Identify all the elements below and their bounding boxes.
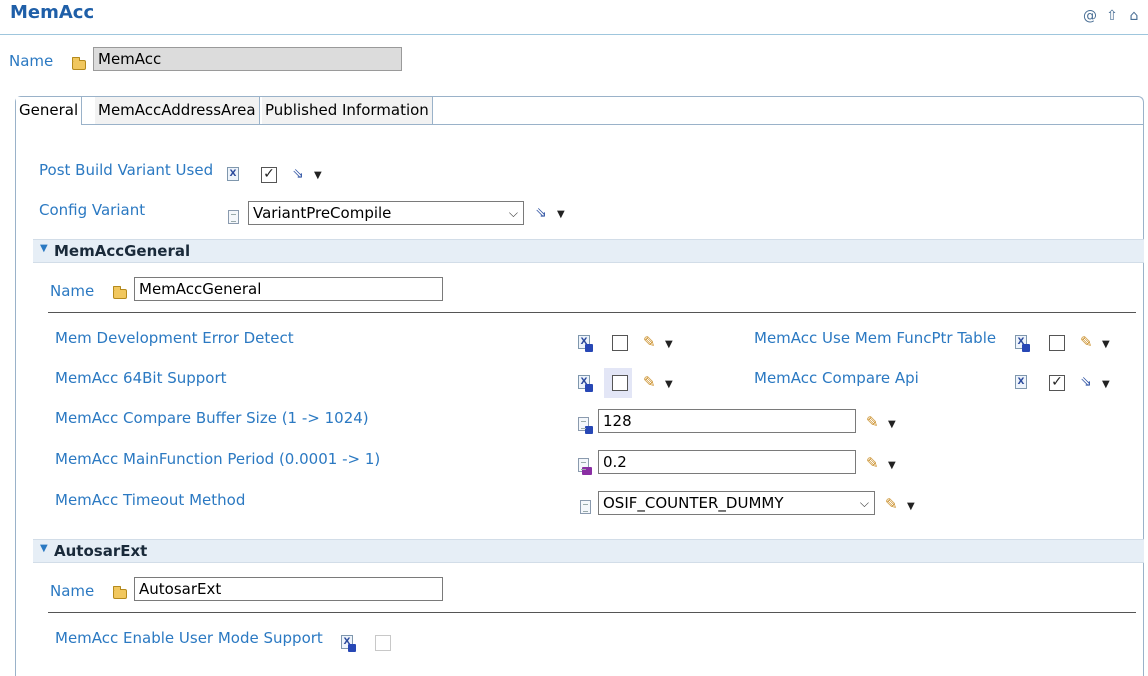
chevron-down-icon: ⌵ [508, 206, 518, 220]
memacc-general-name-field[interactable]: MemAccGeneral [134, 277, 443, 301]
tab-general[interactable]: General [16, 97, 83, 125]
name-divider [48, 312, 1136, 313]
home-icon[interactable]: ⌂ [1126, 8, 1142, 24]
enable-user-mode-support-label: MemAcc Enable User Mode Support [55, 629, 323, 647]
name-divider [48, 612, 1136, 613]
folder-icon [72, 57, 86, 70]
use-funcptr-table-label: MemAcc Use Mem FuncPtr Table [754, 329, 997, 347]
compare-buffer-size-field[interactable]: 128 [598, 409, 856, 433]
excel-config-icon: X [227, 167, 239, 181]
post-build-variant-used-checkbox[interactable]: ✓ [261, 167, 277, 183]
link-icon[interactable]: ⇘ [292, 166, 304, 182]
section-title: MemAccGeneral [54, 242, 191, 260]
memacc-general-name-label: Name [50, 282, 95, 300]
name-label: Name [9, 52, 54, 70]
section-title: AutosarExt [54, 542, 148, 560]
section-autosar-ext[interactable]: ▼ AutosarExt [33, 539, 1144, 563]
document-icon [580, 500, 591, 514]
support-64bit-label: MemAcc 64Bit Support [55, 369, 227, 387]
autosar-ext-name-field[interactable]: AutosarExt [134, 577, 443, 601]
chevron-down-icon[interactable]: ▼ [888, 419, 896, 430]
chevron-down-icon[interactable]: ▼ [557, 209, 565, 220]
excel-config-icon: X [578, 375, 593, 392]
page-title: MemAcc [10, 2, 95, 23]
pencil-icon[interactable]: ✎ [643, 373, 656, 391]
chevron-down-icon[interactable]: ▼ [1102, 339, 1110, 350]
chevron-down-icon[interactable]: ▼ [1102, 379, 1110, 390]
pencil-icon[interactable]: ✎ [866, 413, 879, 431]
compare-buffer-size-label: MemAcc Compare Buffer Size (1 -> 1024) [55, 409, 369, 427]
collapse-triangle-icon[interactable]: ▼ [40, 243, 48, 254]
main-function-period-field[interactable]: 0.2 [598, 450, 856, 474]
name-field[interactable]: MemAcc [93, 47, 402, 71]
pencil-icon[interactable]: ✎ [866, 454, 879, 472]
title-divider [0, 34, 1148, 35]
tab-memacc-address-area[interactable]: MemAccAddressArea [95, 97, 260, 124]
excel-config-icon: X [578, 335, 593, 352]
chevron-down-icon[interactable]: ▼ [314, 170, 322, 181]
pencil-icon[interactable]: ✎ [885, 495, 898, 513]
excel-config-icon: X [1015, 335, 1030, 352]
tab-published-information[interactable]: Published Information [262, 97, 433, 124]
link-icon[interactable]: ⇘ [535, 205, 547, 221]
document-icon [578, 458, 592, 475]
chevron-down-icon[interactable]: ▼ [665, 339, 673, 350]
header-toolbar: @ ⇧ ⌂ [1082, 8, 1142, 24]
document-icon [578, 417, 593, 434]
section-memacc-general[interactable]: ▼ MemAccGeneral [33, 239, 1144, 263]
post-build-variant-used-label: Post Build Variant Used [39, 161, 214, 179]
dev-error-detect-label: Mem Development Error Detect [55, 329, 294, 347]
folder-icon [113, 586, 127, 599]
tab-bar-divider [16, 124, 1143, 125]
config-variant-label: Config Variant [39, 201, 146, 219]
at-icon[interactable]: @ [1082, 8, 1098, 24]
compare-api-label: MemAcc Compare Api [754, 369, 919, 387]
dev-error-detect-checkbox[interactable] [612, 335, 628, 351]
chevron-down-icon[interactable]: ▼ [888, 460, 896, 471]
pencil-icon[interactable]: ✎ [643, 333, 656, 351]
config-variant-value: VariantPreCompile [253, 204, 392, 222]
document-icon [228, 210, 239, 224]
autosar-ext-name-label: Name [50, 582, 95, 600]
config-variant-select[interactable]: VariantPreCompile ⌵ [248, 201, 524, 225]
timeout-method-select[interactable]: OSIF_COUNTER_DUMMY ⌵ [598, 491, 875, 515]
excel-config-icon: X [1015, 375, 1027, 389]
up-arrow-icon[interactable]: ⇧ [1104, 8, 1120, 24]
timeout-method-value: OSIF_COUNTER_DUMMY [603, 494, 784, 512]
use-funcptr-table-checkbox[interactable] [1049, 335, 1065, 351]
pencil-icon[interactable]: ✎ [1080, 333, 1093, 351]
main-function-period-label: MemAcc MainFunction Period (0.0001 -> 1) [55, 450, 381, 468]
compare-api-checkbox[interactable]: ✓ [1049, 375, 1065, 391]
support-64bit-checkbox[interactable] [612, 375, 628, 391]
excel-config-icon: X [341, 635, 356, 652]
collapse-triangle-icon[interactable]: ▼ [40, 543, 48, 554]
chevron-down-icon: ⌵ [859, 496, 869, 510]
chevron-down-icon[interactable]: ▼ [665, 379, 673, 390]
folder-icon [113, 286, 127, 299]
link-icon[interactable]: ⇘ [1080, 374, 1092, 390]
timeout-method-label: MemAcc Timeout Method [55, 491, 246, 509]
enable-user-mode-support-checkbox[interactable] [375, 635, 391, 651]
chevron-down-icon[interactable]: ▼ [907, 501, 915, 512]
